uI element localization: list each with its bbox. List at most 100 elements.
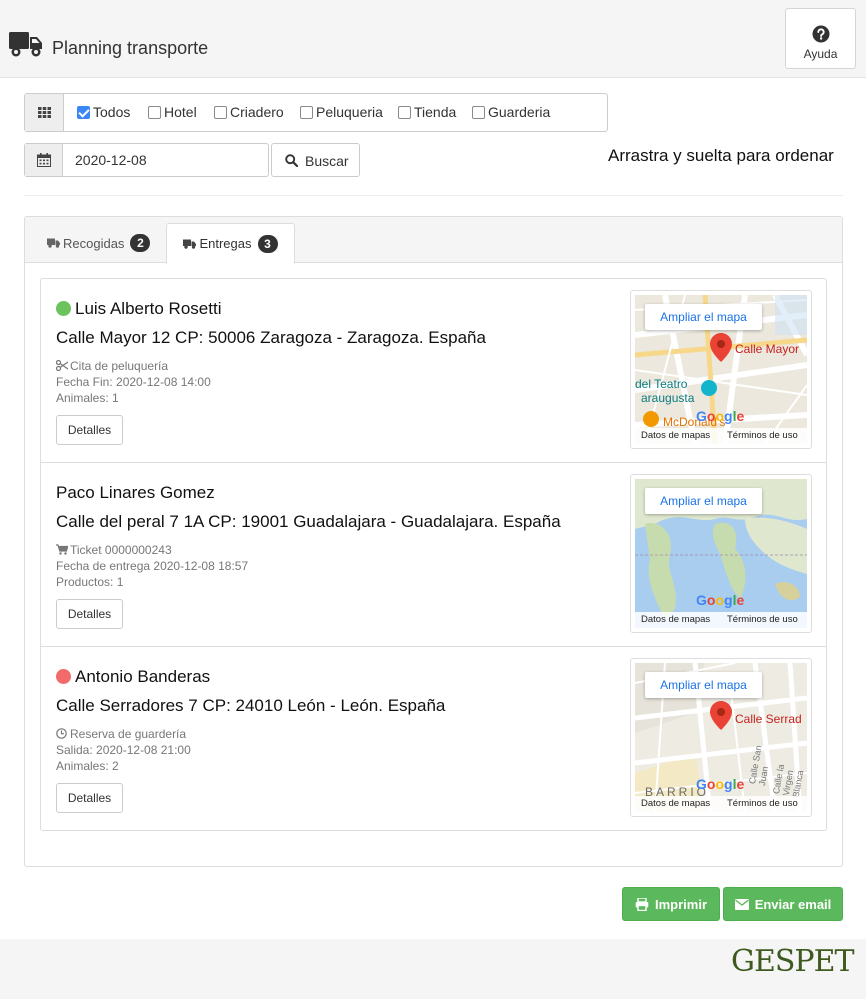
page-title: Planning transporte bbox=[52, 38, 209, 58]
tab-entregas[interactable]: Entregas 3 bbox=[166, 223, 295, 264]
filter-peluqueria[interactable]: Peluqueria bbox=[300, 104, 383, 120]
filter-label: Peluqueria bbox=[316, 104, 383, 120]
customer-name: Antonio Banderas bbox=[75, 667, 211, 686]
status-dot bbox=[56, 301, 71, 316]
grid-addon bbox=[25, 94, 64, 131]
service-text: Ticket 0000000243 bbox=[70, 543, 172, 557]
google-logo: Google bbox=[696, 408, 745, 424]
delivery-address: Calle Serradores 7 CP: 24010 León - León… bbox=[56, 696, 446, 715]
filter-label: Todos bbox=[93, 104, 131, 120]
search-button[interactable]: Buscar bbox=[271, 143, 360, 177]
filter-hotel[interactable]: Hotel bbox=[148, 104, 197, 120]
calendar-addon bbox=[25, 144, 63, 176]
print-label: Imprimir bbox=[654, 896, 707, 912]
map-canvas[interactable]: Calle Serrad BARRIO Calle San Juan Calle… bbox=[635, 663, 807, 812]
filter-tienda[interactable]: Tienda bbox=[398, 104, 456, 120]
checkbox[interactable] bbox=[148, 105, 161, 119]
checkbox[interactable] bbox=[398, 105, 411, 119]
brand-part: PET bbox=[794, 944, 854, 979]
google-logo: Google bbox=[696, 592, 745, 608]
brand-logo: GESPET bbox=[731, 944, 855, 979]
map-canvas[interactable]: Ampliar el mapa Google Datos de mapas Té… bbox=[635, 479, 807, 628]
delivery-list: Luis Alberto Rosetti Calle Mayor 12 CP: … bbox=[40, 278, 827, 831]
expand-map-button[interactable]: Ampliar el mapa bbox=[645, 488, 762, 514]
service-line: Cita de peluquería bbox=[56, 358, 168, 374]
filter-label: Tienda bbox=[414, 104, 457, 120]
service-text: Reserva de guardería bbox=[70, 727, 187, 741]
map-street-label: Calle la Virgen Blanca bbox=[771, 763, 806, 799]
scissors-icon bbox=[56, 360, 68, 371]
expand-map-button[interactable]: Ampliar el mapa bbox=[645, 304, 762, 330]
expand-map-button[interactable]: Ampliar el mapa bbox=[645, 672, 762, 698]
delivery-address: Calle Mayor 12 CP: 50006 Zaragoza - Zara… bbox=[56, 328, 486, 347]
service-line: Ticket 0000000243 bbox=[56, 542, 172, 558]
filter-criadero[interactable]: Criadero bbox=[214, 104, 284, 120]
customer-name: Paco Linares Gomez bbox=[56, 483, 215, 502]
service-text: Cita de peluquería bbox=[70, 359, 169, 373]
status-dot bbox=[56, 669, 71, 684]
list-item[interactable]: Antonio Banderas Calle Serradores 7 CP: … bbox=[41, 647, 826, 831]
question-circle-icon bbox=[812, 25, 829, 43]
details-button[interactable]: Detalles bbox=[56, 783, 123, 813]
tab-label: Recogidas bbox=[63, 235, 125, 251]
divider bbox=[24, 195, 843, 196]
map-terms-link[interactable]: Términos de uso bbox=[727, 614, 798, 625]
map-thumbnail[interactable]: Calle Mayor del Teatro araugusta McDonal… bbox=[630, 290, 812, 449]
send-email-button[interactable]: Enviar email bbox=[723, 887, 843, 921]
app-header: Planning transporte Ayuda bbox=[0, 0, 866, 78]
map-footer: Datos de mapas Términos de uso bbox=[635, 428, 807, 444]
customer-name: Luis Alberto Rosetti bbox=[75, 299, 222, 318]
tab-label: Entregas bbox=[199, 236, 252, 251]
date-line: Fecha de entrega 2020-12-08 18:57 bbox=[56, 559, 249, 573]
tab-recogidas[interactable]: Recogidas 2 bbox=[47, 223, 151, 263]
filter-todos[interactable]: Todos bbox=[77, 104, 130, 120]
details-button[interactable]: Detalles bbox=[56, 415, 123, 445]
count-line: Productos: 1 bbox=[56, 575, 124, 589]
map-poi-label: del Teatro bbox=[635, 377, 688, 391]
map-street-label: Calle Serrad bbox=[735, 712, 802, 726]
filter-label: Criadero bbox=[230, 104, 284, 120]
transport-panel: Recogidas 2 Entregas 3 Luis Alberto Rose… bbox=[24, 216, 843, 867]
count-line: Animales: 1 bbox=[56, 391, 119, 405]
map-terms-link[interactable]: Términos de uso bbox=[727, 798, 798, 809]
help-button[interactable]: Ayuda bbox=[785, 8, 856, 69]
count-line: Animales: 2 bbox=[56, 759, 119, 773]
filter-label: Hotel bbox=[164, 104, 197, 120]
checkbox[interactable] bbox=[214, 105, 227, 119]
map-canvas[interactable]: Calle Mayor del Teatro araugusta McDonal… bbox=[635, 295, 807, 444]
google-logo: Google bbox=[696, 776, 745, 792]
drag-hint: Arrastra y suelta para ordenar bbox=[608, 146, 834, 165]
search-button-label: Buscar bbox=[305, 153, 349, 169]
search-icon bbox=[285, 154, 298, 167]
calendar-icon bbox=[37, 153, 51, 167]
date-line: Salida: 2020-12-08 21:00 bbox=[56, 743, 191, 757]
checkbox[interactable] bbox=[77, 105, 90, 119]
email-label: Enviar email bbox=[754, 896, 832, 912]
print-button[interactable]: Imprimir bbox=[622, 887, 720, 921]
grid-icon bbox=[38, 107, 51, 118]
list-item[interactable]: Paco Linares Gomez Calle del peral 7 1A … bbox=[41, 463, 826, 647]
checkbox[interactable] bbox=[472, 105, 485, 119]
checkbox[interactable] bbox=[300, 105, 313, 119]
tab-bar: Recogidas 2 Entregas 3 bbox=[25, 217, 842, 264]
filter-label: Guarderia bbox=[488, 104, 551, 120]
map-thumbnail[interactable]: Ampliar el mapa Google Datos de mapas Té… bbox=[630, 474, 812, 633]
map-terms-link[interactable]: Términos de uso bbox=[727, 430, 798, 441]
help-label: Ayuda bbox=[803, 47, 838, 61]
service-line: Reserva de guardería bbox=[56, 726, 186, 742]
map-data-link[interactable]: Datos de mapas bbox=[641, 430, 710, 441]
details-button[interactable]: Detalles bbox=[56, 599, 123, 629]
map-data-link[interactable]: Datos de mapas bbox=[641, 798, 710, 809]
count-badge: 2 bbox=[130, 234, 151, 252]
list-item[interactable]: Luis Alberto Rosetti Calle Mayor 12 CP: … bbox=[41, 279, 826, 463]
map-data-link[interactable]: Datos de mapas bbox=[641, 614, 710, 625]
truck-icon bbox=[183, 239, 197, 249]
date-field-group bbox=[24, 143, 269, 177]
date-input[interactable] bbox=[75, 152, 255, 168]
clock-icon bbox=[56, 728, 67, 739]
envelope-icon bbox=[734, 898, 749, 910]
truck-icon bbox=[9, 32, 42, 57]
map-thumbnail[interactable]: Calle Serrad BARRIO Calle San Juan Calle… bbox=[630, 658, 812, 817]
count-badge: 3 bbox=[257, 234, 278, 253]
filter-guarderia[interactable]: Guarderia bbox=[472, 104, 550, 120]
